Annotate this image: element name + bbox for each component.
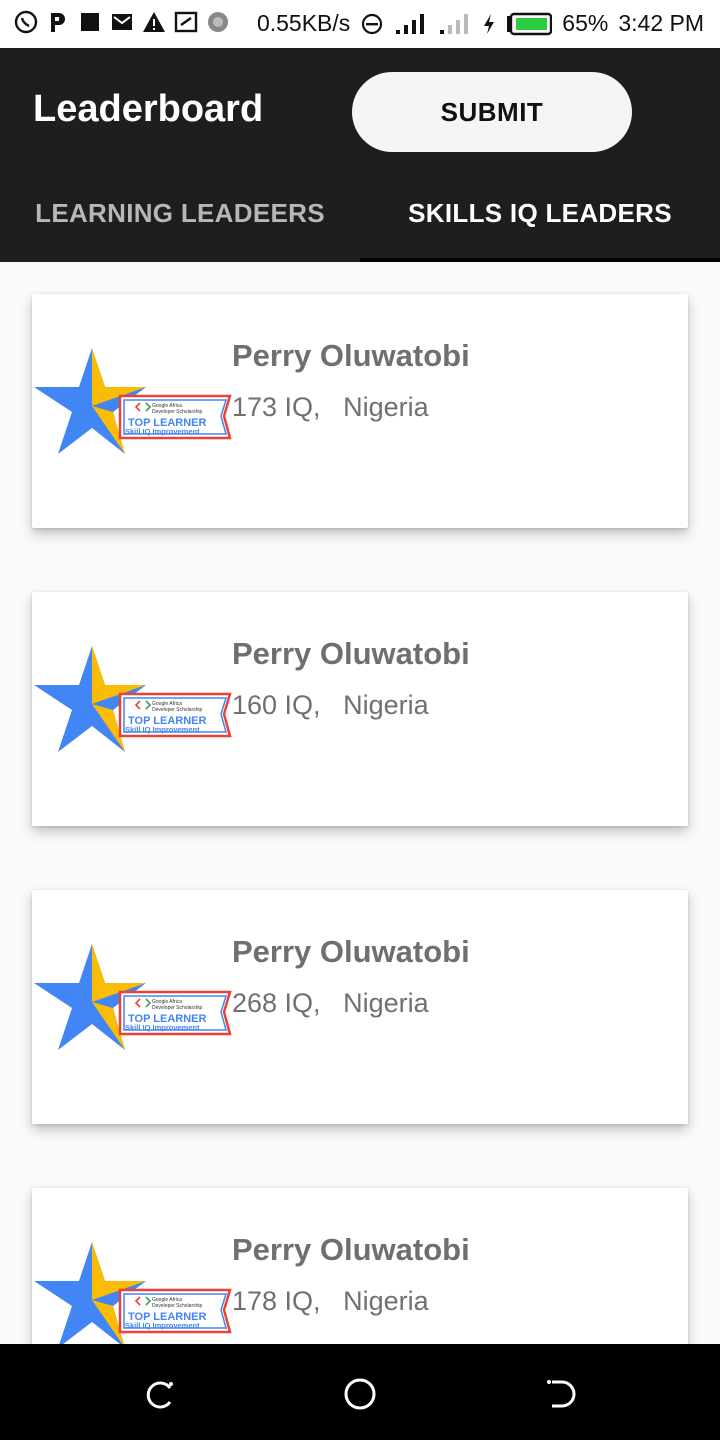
tab-learning-leaders[interactable]: LEARNING LEADEERS — [0, 183, 360, 262]
clock: 3:42 PM — [618, 10, 704, 36]
svg-text:Skill IQ Improvement: Skill IQ Improvement — [125, 1321, 200, 1330]
home-icon[interactable] — [340, 1374, 380, 1414]
warning-icon — [143, 12, 165, 32]
top-learner-badge-icon: Google Africa Developer Scholarship TOP … — [34, 944, 232, 1050]
svg-text:Developer Scholarship: Developer Scholarship — [152, 409, 203, 415]
tab-skills-iq-leaders[interactable]: SKILLS IQ LEADERS — [360, 183, 720, 262]
leader-country: Nigeria — [343, 1286, 429, 1316]
leader-meta: 173 IQ, Nigeria — [232, 392, 429, 423]
svg-text:Skill IQ Improvement: Skill IQ Improvement — [125, 1023, 200, 1032]
leader-name: Perry Oluwatobi — [232, 934, 470, 969]
leader-card[interactable]: Google Africa Developer Scholarship TOP … — [32, 890, 688, 1124]
network-speed: 0.55KB/s — [256, 10, 351, 36]
page-title: Leaderboard — [33, 88, 264, 130]
whatsapp-icon — [14, 10, 38, 34]
recents-icon[interactable] — [140, 1374, 180, 1414]
top-learner-badge-icon: Google Africa Developer Scholarship TOP … — [34, 348, 232, 454]
leader-score: 173 IQ, — [232, 392, 321, 422]
system-nav-bar — [0, 1344, 720, 1440]
battery-icon — [507, 12, 553, 35]
svg-text:Skill IQ Improvement: Skill IQ Improvement — [125, 427, 200, 436]
charging-icon — [484, 13, 495, 34]
gmail-icon — [112, 14, 132, 30]
leader-country: Nigeria — [343, 690, 429, 720]
top-learner-badge-icon: Google Africa Developer Scholarship TOP … — [34, 1242, 232, 1344]
leader-score: 160 IQ, — [232, 690, 321, 720]
square-icon — [81, 13, 99, 31]
app-bar: Leaderboard SUBMIT LEARNING LEADEERS SKI… — [0, 48, 720, 262]
hplus-signal-icon — [440, 13, 469, 34]
leader-score: 178 IQ, — [232, 1286, 321, 1316]
top-learner-badge-icon: Google Africa Developer Scholarship TOP … — [34, 646, 232, 752]
leader-name: Perry Oluwatobi — [232, 338, 470, 373]
signal-icon — [396, 13, 425, 34]
leader-card[interactable]: Google Africa Developer Scholarship TOP … — [32, 1188, 688, 1344]
leaders-list[interactable]: Google Africa Developer Scholarship TOP … — [0, 262, 720, 1344]
svg-text:Developer Scholarship: Developer Scholarship — [152, 1005, 203, 1011]
svg-text:Developer Scholarship: Developer Scholarship — [152, 707, 203, 713]
leader-card[interactable]: Google Africa Developer Scholarship TOP … — [32, 592, 688, 826]
leader-name: Perry Oluwatobi — [232, 636, 470, 671]
screenshot-icon — [174, 11, 198, 33]
leader-meta: 160 IQ, Nigeria — [232, 690, 429, 721]
leader-country: Nigeria — [343, 392, 429, 422]
battery-percent: 65% — [562, 10, 609, 36]
status-bar: 0.55KB/s 65% 3:42 PM — [0, 0, 720, 48]
leader-score: 268 IQ, — [232, 988, 321, 1018]
p-app-icon — [51, 13, 65, 32]
leader-meta: 178 IQ, Nigeria — [232, 1286, 429, 1317]
submit-button[interactable]: SUBMIT — [352, 72, 632, 152]
leader-name: Perry Oluwatobi — [232, 1232, 470, 1267]
loading-icon — [208, 12, 228, 32]
leader-card[interactable]: Google Africa Developer Scholarship TOP … — [32, 294, 688, 528]
leader-meta: 268 IQ, Nigeria — [232, 988, 429, 1019]
back-icon[interactable] — [540, 1374, 580, 1414]
leader-country: Nigeria — [343, 988, 429, 1018]
svg-text:Developer Scholarship: Developer Scholarship — [152, 1303, 203, 1309]
svg-text:Skill IQ Improvement: Skill IQ Improvement — [125, 725, 200, 734]
dnd-icon — [362, 13, 383, 34]
